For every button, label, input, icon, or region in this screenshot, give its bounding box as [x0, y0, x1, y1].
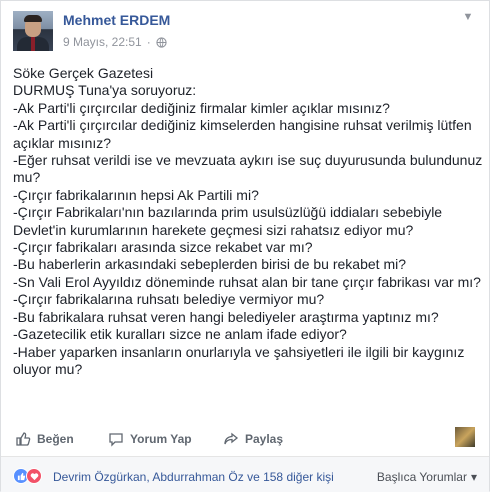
- post-text-line: -Haber yaparken insanların onurlarıyla v…: [13, 343, 465, 360]
- share-icon: [224, 432, 239, 445]
- post-timestamp[interactable]: 9 Mayıs, 22:51: [63, 35, 142, 49]
- post-text-line: Söke Gerçek Gazetesi: [13, 65, 154, 81]
- globe-icon[interactable]: [156, 36, 167, 48]
- post-meta: 9 Mayıs, 22:51 ·: [63, 35, 167, 49]
- post-text-line: -Ak Parti'li çırçırcılar dediğiniz kimse…: [13, 117, 472, 134]
- post-options-chevron-icon[interactable]: ▼: [461, 11, 475, 25]
- comment-icon: [109, 433, 123, 447]
- post-text-line: -Ak Parti'li çırçırcılar dediğiniz firma…: [13, 99, 390, 116]
- post-text-line: -Sn Vali Erol Ayyıldız döneminde ruhsat …: [13, 273, 481, 290]
- comment-label: Yorum Yap: [130, 432, 192, 446]
- post-text-line: -Eğer ruhsat verildi ise ve mevzuata ayk…: [13, 152, 483, 169]
- post-text-line: -Çırçır fabrikalarının hepsi Ak Partili …: [13, 186, 259, 203]
- thumbs-up-icon: [16, 432, 31, 446]
- love-reaction-icon: [26, 468, 42, 484]
- like-button[interactable]: Beğen: [15, 425, 74, 453]
- post-text-line: -Çırçır Fabrikaları'nın bazılarında prim…: [13, 204, 443, 221]
- post-text-line: mu?: [13, 169, 41, 186]
- reactions-footer: Devrim Özgürkan, Abdurrahman Öz ve 158 d…: [1, 457, 489, 492]
- post-text-line: açıklar mısınız?: [13, 134, 112, 151]
- reaction-icons[interactable]: [13, 468, 42, 484]
- post-text-line: -Bu haberlerin arkasındaki sebeplerden b…: [13, 256, 406, 273]
- comment-button[interactable]: Yorum Yap: [108, 425, 192, 453]
- caret-down-icon: ▾: [470, 470, 477, 484]
- share-label: Paylaş: [245, 432, 284, 446]
- post-actions: Beğen Yorum Yap Paylaş: [1, 425, 489, 453]
- post-text-line: -Gazetecilik etik kuralları sizce ne anl…: [13, 326, 347, 343]
- post-text-line: Devlet'in kurumlarının harekete geçmesi …: [13, 221, 414, 238]
- comment-sort-dropdown[interactable]: Başlıca Yorumlar ▾: [377, 470, 477, 484]
- like-label: Beğen: [37, 432, 74, 446]
- meta-separator: ·: [146, 35, 151, 49]
- post-body: Söke Gerçek Gazetesi DURMUŞ Tuna'ya soruy…: [13, 65, 483, 378]
- share-button[interactable]: Paylaş: [223, 425, 283, 453]
- post-card: Mehmet ERDEM 9 Mayıs, 22:51 · ▼ Söke Ger…: [0, 0, 490, 492]
- post-text-line: -Çırçır fabrikalarına ruhsatı belediye v…: [13, 291, 325, 308]
- post-text-line: DURMUŞ Tuna'ya soruyoruz:: [13, 82, 197, 99]
- post-text-line: -Çırçır fabrikaları arasında sizce rekab…: [13, 239, 313, 256]
- author-name[interactable]: Mehmet ERDEM: [63, 12, 170, 28]
- post-text-line: -Bu fabrikalara ruhsat veren hangi beled…: [13, 308, 439, 325]
- sort-label: Başlıca Yorumlar: [376, 470, 467, 484]
- author-avatar[interactable]: [13, 11, 53, 51]
- post-text-line: oluyor mu?: [13, 360, 83, 377]
- likers-text[interactable]: Devrim Özgürkan, Abdurrahman Öz ve 158 d…: [53, 470, 334, 484]
- post-header: Mehmet ERDEM 9 Mayıs, 22:51 · ▼: [13, 11, 477, 55]
- commenter-avatar[interactable]: [455, 427, 475, 447]
